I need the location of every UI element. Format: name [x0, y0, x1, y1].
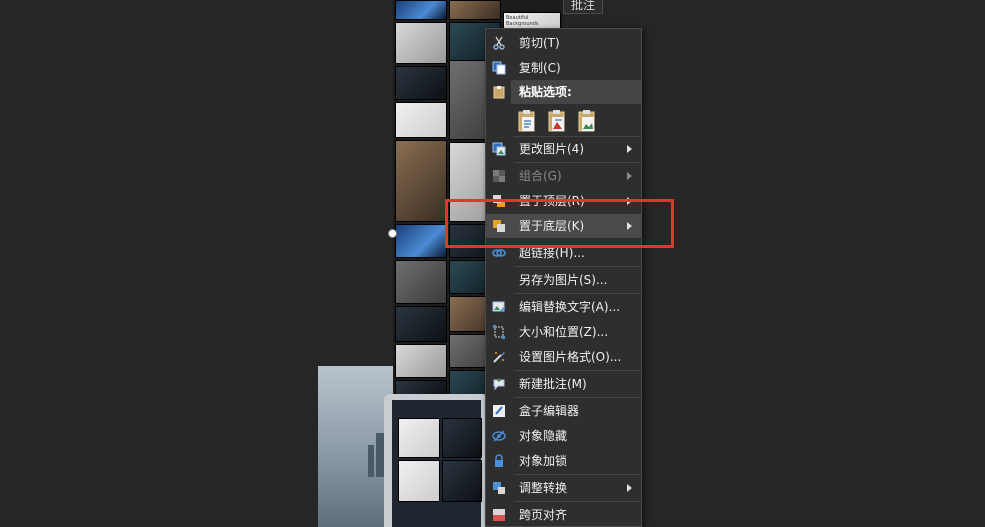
selection-handle[interactable]: [388, 229, 397, 238]
eye-hidden-icon: [492, 430, 506, 442]
thumbnail-image: [395, 224, 447, 258]
comment-tooltip: 批注: [563, 0, 603, 14]
cross-page-align-icon: [493, 509, 505, 521]
menu-item-label: 对象隐藏: [519, 429, 568, 443]
paste-keep-format-icon: [518, 110, 535, 132]
thumbnail-image: [395, 260, 447, 304]
menu-item-label: 编辑替换文字(A)...: [519, 300, 621, 314]
box-editor-icon: [493, 405, 505, 417]
thumbnail-image: [449, 0, 501, 20]
menu-item-label: 跨页对齐: [519, 508, 568, 522]
menu-item-label: 剪切(T): [519, 36, 560, 50]
paste-image-only-button[interactable]: [576, 109, 598, 133]
paste-image-icon: [578, 110, 595, 132]
menu-item-box-editor[interactable]: 盒子编辑器: [486, 399, 641, 423]
menu-item-label: 复制(C): [519, 61, 561, 75]
menu-separator: [514, 293, 641, 294]
thumbnail-image: [395, 102, 447, 138]
menu-item-copy[interactable]: 复制(C): [486, 56, 641, 80]
menu-item-label: 调整转换: [519, 481, 568, 495]
adjust-convert-icon: [493, 482, 505, 494]
menu-item-label: 新建批注(M): [519, 377, 587, 391]
paste-picture-button[interactable]: [546, 109, 568, 133]
menu-separator: [514, 397, 641, 398]
thumbnail-image: [395, 0, 447, 20]
menu-item-label: 更改图片(4): [519, 142, 584, 156]
clipboard-icon: [493, 86, 505, 99]
menu-item-label: 设置图片格式(O)...: [519, 350, 622, 364]
link-icon: [492, 249, 506, 257]
paste-keep-format-button[interactable]: [516, 109, 538, 133]
menu-item-cut[interactable]: 剪切(T): [486, 31, 641, 55]
annotation-highlight-box: [445, 199, 674, 248]
thumbnail-image: [395, 66, 447, 100]
submenu-arrow-icon: [627, 484, 632, 492]
menu-item-label: 大小和位置(Z)...: [519, 325, 609, 339]
menu-item-edit-alt-text[interactable]: 编辑替换文字(A)...: [486, 295, 641, 319]
copy-icon: [492, 61, 506, 75]
format-picture-icon: [493, 352, 505, 363]
thumbnail-image: [395, 140, 447, 222]
menu-item-change-picture[interactable]: 更改图片(4): [486, 137, 641, 161]
menu-item-size-and-position[interactable]: 大小和位置(Z)...: [486, 320, 641, 344]
laptop-image: [384, 394, 489, 527]
city-skyline-image: [318, 366, 393, 527]
menu-item-label: 另存为图片(S)...: [519, 273, 608, 287]
size-position-icon: [493, 325, 505, 339]
menu-item-hide-object[interactable]: 对象隐藏: [486, 424, 641, 448]
menu-item-group[interactable]: 组合(G): [486, 164, 641, 188]
menu-separator: [514, 266, 641, 267]
menu-item-label: 盒子编辑器: [519, 404, 580, 418]
thumbnail-image: [395, 22, 447, 64]
group-icon: [493, 170, 505, 182]
menu-separator: [514, 501, 641, 502]
menu-item-adjust-convert[interactable]: 调整转换: [486, 476, 641, 500]
new-comment-icon: [493, 378, 505, 391]
paste-picture-icon: [548, 110, 565, 132]
alt-text-icon: [492, 301, 506, 313]
menu-separator: [514, 370, 641, 371]
menu-item-label: 组合(G): [519, 169, 562, 183]
submenu-arrow-icon: [627, 145, 632, 153]
menu-item-new-comment[interactable]: 新建批注(M): [486, 372, 641, 396]
context-menu: 剪切(T) 复制(C) 粘贴选项: 更改图片(4) 组合(G) 置于顶层(R) …: [485, 28, 642, 527]
change-picture-icon: [492, 142, 506, 156]
menu-item-label: 对象加锁: [519, 454, 568, 468]
scissors-icon: [493, 36, 505, 50]
paste-options-header: 粘贴选项:: [511, 80, 641, 104]
menu-item-save-as-picture[interactable]: 另存为图片(S)...: [486, 268, 641, 292]
menu-item-format-picture[interactable]: 设置图片格式(O)...: [486, 345, 641, 369]
menu-item-cross-page-align[interactable]: 跨页对齐: [486, 503, 641, 527]
submenu-arrow-icon: [627, 172, 632, 180]
menu-item-lock-object[interactable]: 对象加锁: [486, 449, 641, 473]
lock-icon: [495, 454, 503, 467]
menu-separator: [514, 162, 641, 163]
thumbnail-image: [395, 344, 447, 378]
menu-separator: [514, 474, 641, 475]
thumbnail-image: [395, 306, 447, 342]
